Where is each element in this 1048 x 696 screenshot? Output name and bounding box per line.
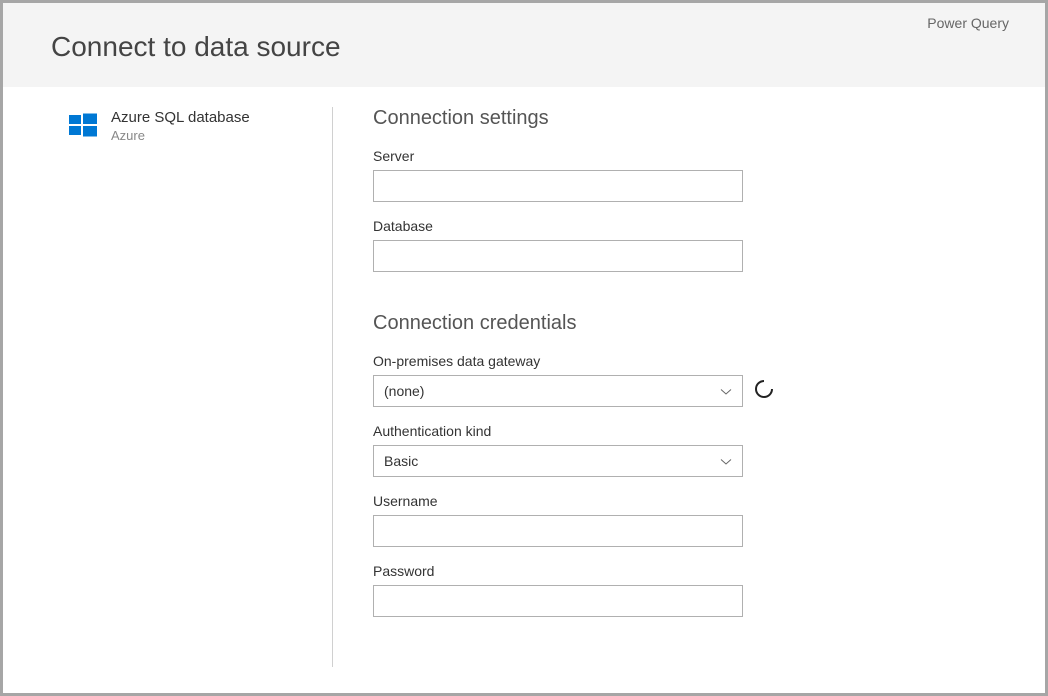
connection-credentials-title: Connection credentials — [373, 312, 1005, 335]
sidebar: Azure SQL database Azure — [3, 107, 333, 667]
server-input[interactable] — [373, 170, 743, 202]
windows-icon — [67, 109, 99, 141]
product-label: Power Query — [927, 15, 1009, 31]
source-name: Azure SQL database — [111, 109, 250, 126]
gateway-label: On-premises data gateway — [373, 353, 1005, 369]
data-source-item[interactable]: Azure SQL database Azure — [67, 109, 308, 143]
chevron-down-icon — [720, 385, 732, 397]
auth-value: Basic — [384, 453, 418, 469]
database-field: Database — [373, 218, 1005, 272]
refresh-gateway-button[interactable] — [753, 380, 775, 402]
username-field: Username — [373, 493, 1005, 547]
gateway-value: (none) — [384, 383, 424, 399]
gateway-field: On-premises data gateway (none) — [373, 353, 1005, 407]
database-input[interactable] — [373, 240, 743, 272]
server-field: Server — [373, 148, 1005, 202]
username-input[interactable] — [373, 515, 743, 547]
page-title: Connect to data source — [51, 31, 997, 63]
source-labels: Azure SQL database Azure — [111, 109, 250, 143]
server-label: Server — [373, 148, 1005, 164]
content-area: Azure SQL database Azure Connection sett… — [3, 87, 1045, 667]
auth-field: Authentication kind Basic — [373, 423, 1005, 477]
password-input[interactable] — [373, 585, 743, 617]
source-category: Azure — [111, 128, 250, 143]
password-label: Password — [373, 563, 1005, 579]
connection-settings-title: Connection settings — [373, 107, 1005, 130]
refresh-icon — [754, 379, 774, 404]
auth-select[interactable]: Basic — [373, 445, 743, 477]
password-field: Password — [373, 563, 1005, 617]
username-label: Username — [373, 493, 1005, 509]
main-panel: Connection settings Server Database Conn… — [333, 107, 1045, 667]
chevron-down-icon — [720, 455, 732, 467]
database-label: Database — [373, 218, 1005, 234]
auth-label: Authentication kind — [373, 423, 1005, 439]
page-header: Connect to data source Power Query — [3, 3, 1045, 87]
gateway-select[interactable]: (none) — [373, 375, 743, 407]
